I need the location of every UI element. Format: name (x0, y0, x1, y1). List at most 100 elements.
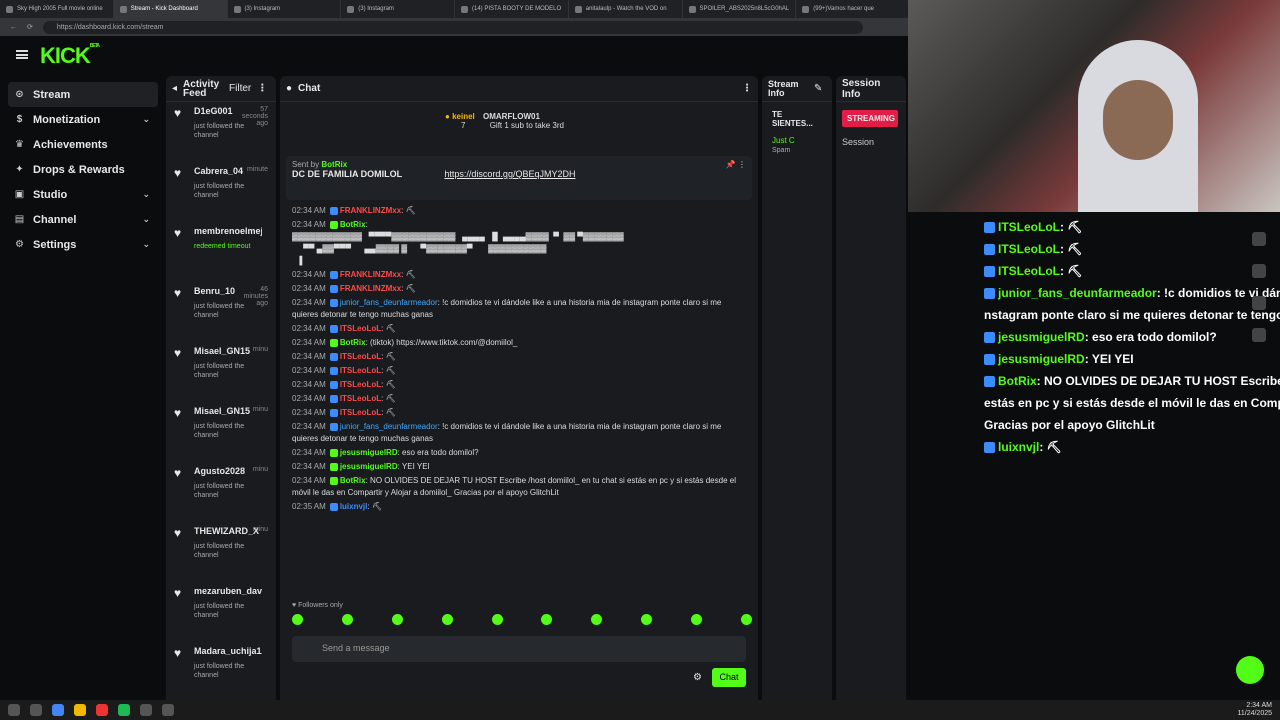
reload-icon[interactable]: ⟳ (27, 23, 33, 31)
pin-icon[interactable]: 📌 ⋮ (726, 160, 746, 169)
system-clock[interactable]: 2:34 AM 11/24/2025 (1237, 702, 1272, 718)
chat-username[interactable]: junior_fans_deunfarmeador (340, 422, 438, 431)
more-icon[interactable]: ⋮ (257, 83, 267, 94)
chat-username[interactable]: BotRix (340, 476, 366, 485)
browser-tab[interactable]: SPOILER_ABS2025n8L5cG0hAL (683, 0, 797, 18)
badge-icon (984, 288, 995, 300)
sidebar-item-channel[interactable]: ▤ Channel ⌄ (8, 207, 158, 232)
sidebar-item-settings[interactable]: ⚙ Settings ⌄ (8, 232, 158, 257)
browser-tab[interactable]: (3) Instagram (341, 0, 455, 18)
bot-name[interactable]: BotRix (321, 160, 347, 169)
activity-username[interactable]: membrenoelmej (194, 226, 262, 236)
overlay-text: estás en pc y si estás desde el móvil le… (984, 396, 1280, 410)
browser-tab[interactable]: (3) Instagram (228, 0, 342, 18)
chat-username[interactable]: FRANKLINZMxx (340, 270, 401, 279)
folder-icon[interactable] (74, 704, 86, 716)
sidebar-item-stream[interactable]: ⊙ Stream (8, 82, 158, 107)
browser-tab[interactable]: (99+)Vamos hacer que (796, 0, 910, 18)
sidebar-item-drops-rewards[interactable]: ✦ Drops & Rewards (8, 157, 158, 182)
filter-button[interactable]: Filter (229, 83, 251, 94)
app-icon[interactable] (30, 704, 42, 716)
app-icon[interactable] (140, 704, 152, 716)
collapse-icon[interactable]: ◂ (172, 83, 177, 94)
rail-icon[interactable] (1252, 232, 1266, 246)
chat-username[interactable]: FRANKLINZMxx (340, 206, 401, 215)
rail-icon[interactable] (1252, 264, 1266, 278)
rail-icon[interactable] (1252, 328, 1266, 342)
browser-tab[interactable]: (14) PISTA BOOTY DE MODELO (455, 0, 569, 18)
sidebar-item-achievements[interactable]: ♛ Achievements (8, 132, 158, 157)
chat-message: 02:34 AM FRANKLINZMxx: ⛏ (280, 282, 758, 296)
menu-icon[interactable] (16, 50, 28, 59)
chat-send-button[interactable]: Chat (712, 668, 746, 687)
emote-icon[interactable] (341, 614, 353, 625)
chat-input[interactable]: Send a message (292, 636, 746, 662)
app-icon[interactable] (96, 704, 108, 716)
favicon-icon (119, 5, 127, 13)
url-field[interactable]: https://dashboard.kick.com/stream (42, 20, 863, 34)
chat-username[interactable]: BotRix (340, 220, 366, 229)
chat-username[interactable]: FRANKLINZMxx (340, 284, 401, 293)
chat-username[interactable]: ITSLeoLoL (340, 324, 381, 333)
session-info-panel: Session Info STREAMING Session (836, 76, 906, 720)
chat-username[interactable]: ITSLeoLoL (340, 380, 381, 389)
browser-tab[interactable]: anitalaulp - Watch the VOD on (569, 0, 683, 18)
spotify-icon[interactable] (118, 704, 130, 716)
emote-icon[interactable] (292, 614, 303, 625)
chat-text: : ⛏ (381, 352, 396, 361)
chat-username[interactable]: ITSLeoLoL (340, 408, 381, 417)
overlay-text: Gracias por el apoyo GlitchLit (984, 418, 1155, 432)
sidebar-item-monetization[interactable]: $ Monetization ⌄ (8, 107, 158, 132)
chevron-down-icon[interactable]: ⌄ (142, 189, 150, 200)
emote-icon[interactable] (591, 614, 603, 625)
gift-user[interactable]: keinel (452, 112, 475, 121)
activity-username[interactable]: mezaruben_davi (194, 586, 262, 596)
emote-icon[interactable] (691, 614, 702, 625)
edit-icon[interactable]: ✎ (814, 83, 822, 94)
sidebar-item-studio[interactable]: ▣ Studio ⌄ (8, 182, 158, 207)
chat-username[interactable]: junior_fans_deunfarmeador (340, 298, 438, 307)
settings-icon[interactable]: ⚙ (693, 672, 702, 683)
browser-tab[interactable]: Stream - Kick Dashboard (113, 0, 228, 18)
app-icon[interactable] (162, 704, 174, 716)
pinned-link[interactable]: https://discord.gg/QBEqJMY2DH (444, 169, 575, 179)
stream-info-panel: Stream Info ✎ TE SIENTES... Just C Spam (762, 76, 832, 720)
emote-icon[interactable] (391, 614, 403, 625)
emote-icon[interactable] (740, 614, 752, 625)
emote-icon[interactable] (541, 614, 553, 625)
badge-icon (329, 338, 338, 347)
chat-message: 02:34 AM FRANKLINZMxx: ⛏ (280, 204, 758, 218)
chat-username[interactable]: luixnvjl (340, 502, 368, 511)
browser-tab[interactable]: Sky High 2005 Full movie online (0, 0, 114, 18)
more-icon[interactable]: ⋮ (742, 83, 752, 94)
chat-username[interactable]: jesusmiguelRD (340, 462, 398, 471)
overlay-text: : YEI YEI (1084, 352, 1134, 366)
kick-logo[interactable]: KICKBETA (40, 43, 100, 69)
activity-item: ♥ membrenoelmej redeemed timeout (166, 222, 276, 282)
badge-icon (329, 380, 338, 389)
emote-icon[interactable] (441, 614, 453, 625)
chat-username[interactable]: ITSLeoLoL (340, 352, 381, 361)
chat-username[interactable]: ITSLeoLoL (340, 394, 381, 403)
emote-icon[interactable] (641, 614, 653, 625)
sidebar-label: Monetization (33, 113, 101, 126)
back-icon[interactable]: ← (10, 24, 17, 31)
chat-username[interactable]: ITSLeoLoL (340, 366, 381, 375)
chat-message: 02:34 AM ITSLeoLoL: ⛏ (280, 406, 758, 420)
windows-icon[interactable] (8, 704, 20, 716)
chevron-down-icon[interactable]: ⌄ (142, 214, 150, 225)
chat-fab[interactable] (1236, 656, 1264, 684)
chat-message: 02:34 AM BotRix: (tiktok) https://www.tik… (280, 336, 758, 350)
chrome-icon[interactable] (52, 704, 64, 716)
emote-icon[interactable] (491, 614, 503, 625)
chevron-down-icon[interactable]: ⌄ (142, 114, 150, 125)
chat-username[interactable]: jesusmiguelRD (340, 448, 398, 457)
chevron-down-icon[interactable]: ⌄ (142, 239, 150, 250)
badge-icon (329, 298, 338, 307)
favicon-icon (688, 5, 696, 13)
chat-username[interactable]: BotRix (340, 338, 366, 347)
rail-icon[interactable] (1252, 296, 1266, 310)
activity-time: minute (246, 166, 268, 173)
gift-user[interactable]: OMARFLOW01 (483, 112, 540, 121)
activity-username[interactable]: Madara_uchija12 (194, 646, 262, 656)
